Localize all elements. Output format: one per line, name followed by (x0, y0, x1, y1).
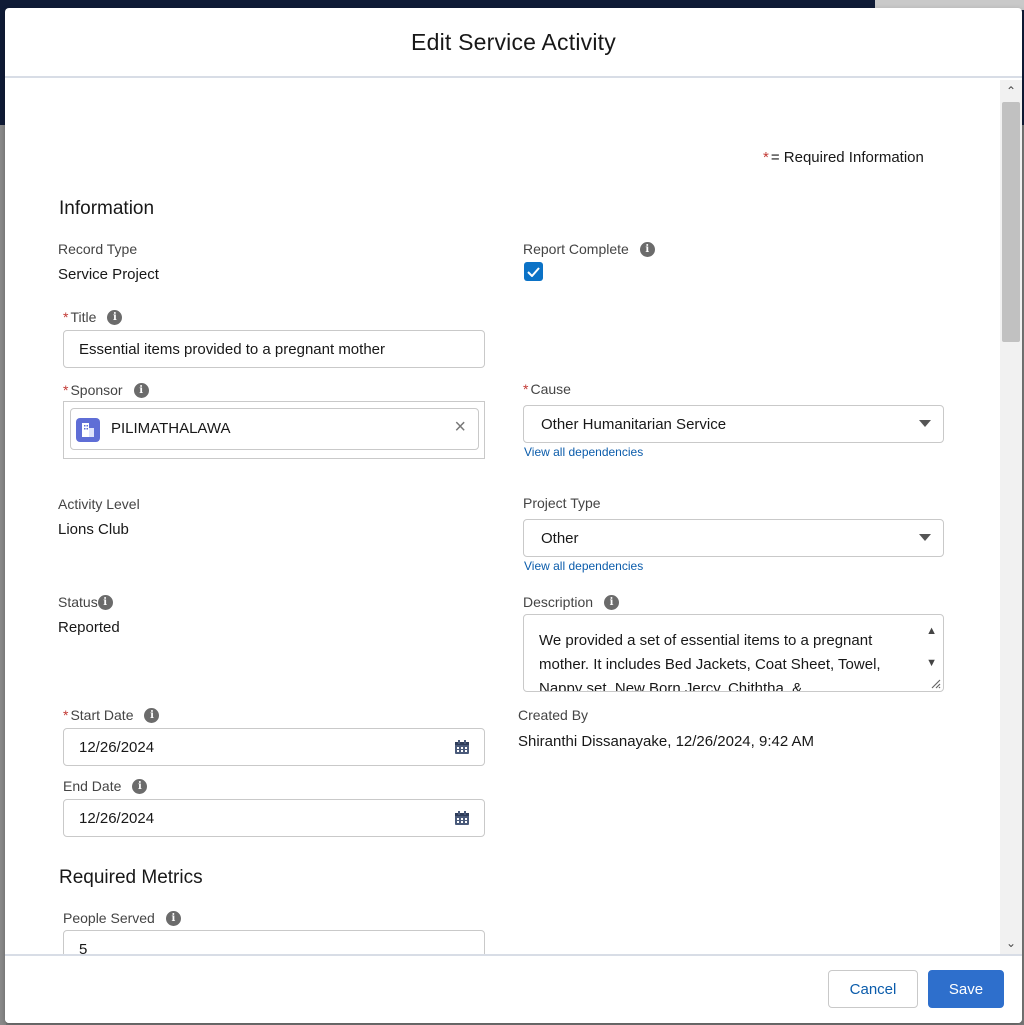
modal-scrollbar[interactable]: ⌃ ⌄ (1000, 80, 1022, 954)
info-icon[interactable]: i (639, 241, 655, 257)
scroll-thumb[interactable] (1002, 102, 1020, 342)
description-label: Description i (523, 594, 620, 610)
project-type-select[interactable]: Other (523, 519, 944, 557)
cause-select[interactable]: Other Humanitarian Service (523, 405, 944, 443)
record-type-label: Record Type (58, 241, 138, 257)
edit-service-activity-modal: Edit Service Activity * = Required Inform… (5, 8, 1022, 1023)
description-textarea[interactable]: We provided a set of essential items to … (523, 614, 944, 692)
status-value: Reported (58, 619, 120, 636)
modal-body[interactable]: * = Required Information Information Reco… (5, 80, 1000, 954)
scroll-up-icon[interactable]: ⌃ (1004, 84, 1018, 98)
activity-level-value: Lions Club (58, 521, 129, 538)
report-complete-checkbox[interactable] (524, 262, 543, 281)
info-icon[interactable]: i (132, 778, 148, 794)
calendar-icon[interactable] (454, 810, 470, 826)
section-information: Information (59, 198, 155, 219)
title-label: * Title i (63, 309, 123, 325)
created-by-value: Shiranthi Dissanayake, 12/26/2024, 9:42 … (518, 733, 815, 750)
info-icon[interactable]: i (604, 594, 620, 610)
clear-icon[interactable]: × (454, 416, 466, 439)
report-complete-label: Report Complete i (523, 241, 655, 257)
modal-title: Edit Service Activity (411, 28, 616, 55)
record-type-value: Service Project (58, 266, 159, 283)
cancel-button[interactable]: Cancel (828, 970, 918, 1008)
calendar-icon[interactable] (454, 739, 470, 755)
activity-level-label: Activity Level (58, 496, 140, 512)
modal-footer: Cancel Save (5, 954, 1022, 1023)
sponsor-pill[interactable]: PILIMATHALAWA × (70, 408, 479, 450)
sponsor-value: PILIMATHALAWA (111, 420, 231, 437)
people-served-label: People Served i (63, 910, 181, 926)
end-date-label: End Date i (63, 778, 148, 794)
sponsor-label: * Sponsor i (63, 382, 149, 398)
modal-header: Edit Service Activity (5, 8, 1022, 78)
checkmark-icon (527, 266, 540, 277)
required-info-note: * = Required Information (763, 149, 924, 166)
project-type-label: Project Type (523, 495, 601, 511)
end-date-input[interactable]: 12/26/2024 (63, 799, 485, 837)
chevron-down-icon (919, 534, 931, 541)
cause-view-dependencies-link[interactable]: View all dependencies (524, 445, 643, 459)
scroll-down-icon[interactable]: ⌄ (1004, 936, 1018, 950)
sponsor-lookup-container: PILIMATHALAWA × (63, 401, 485, 459)
chevron-down-icon (919, 420, 931, 427)
info-icon[interactable]: i (165, 910, 181, 926)
title-input[interactable]: Essential items provided to a pregnant m… (63, 330, 485, 368)
start-date-label: * Start Date i (63, 707, 160, 723)
cause-label: * Cause (523, 381, 571, 397)
people-served-input[interactable]: 5 (63, 930, 485, 954)
required-star: * (763, 149, 769, 166)
info-icon[interactable]: i (133, 382, 149, 398)
info-icon[interactable]: i (144, 707, 160, 723)
required-info-text: = Required Information (770, 149, 924, 166)
resize-grip-icon[interactable] (929, 677, 941, 689)
textarea-scroll-down-icon[interactable]: ▼ (926, 651, 937, 675)
section-required-metrics: Required Metrics (59, 867, 203, 888)
info-icon[interactable]: i (107, 309, 123, 325)
save-button[interactable]: Save (928, 970, 1004, 1008)
project-type-view-dependencies-link[interactable]: View all dependencies (524, 559, 643, 573)
start-date-input[interactable]: 12/26/2024 (63, 728, 485, 766)
created-by-label: Created By (518, 707, 589, 723)
textarea-scroll-up-icon[interactable]: ▲ (926, 619, 937, 643)
info-icon[interactable]: i (97, 594, 113, 610)
account-icon (76, 418, 100, 442)
status-label: Status i (58, 594, 113, 610)
